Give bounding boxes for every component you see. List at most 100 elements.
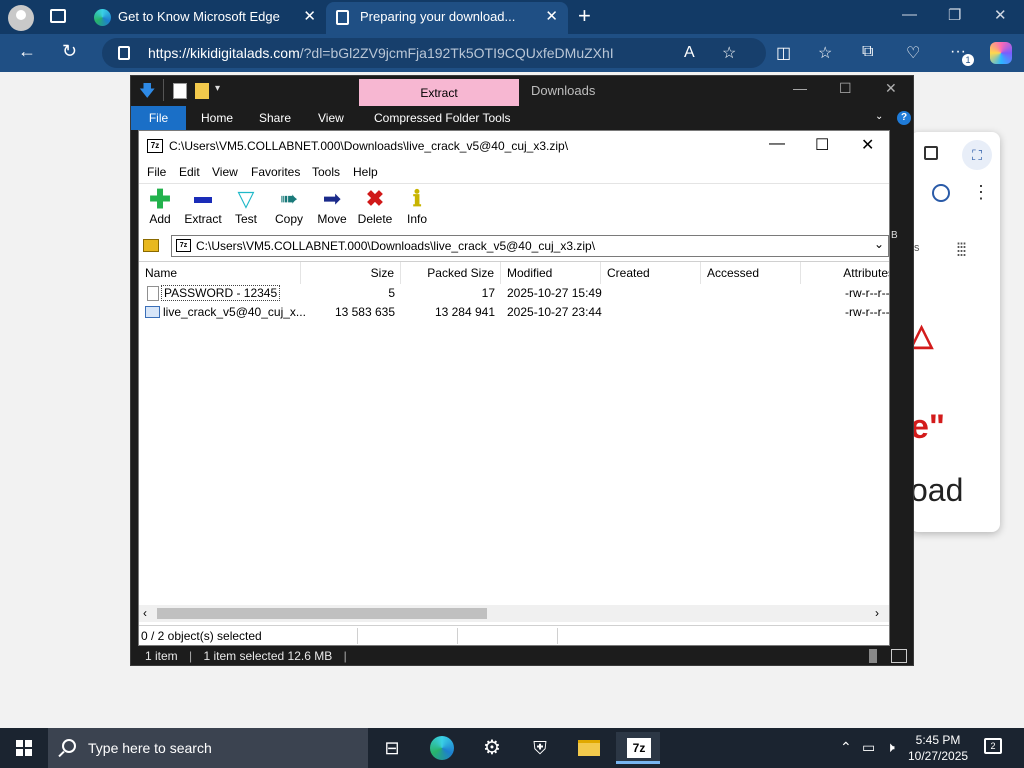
sevenzip-menu-bar: File Edit View Favorites Tools Help: [139, 161, 889, 183]
column-header-name[interactable]: Name: [139, 262, 301, 284]
table-row[interactable]: PASSWORD - 12345 5 17 2025-10-27 15:49 -…: [139, 284, 889, 303]
column-header-attributes[interactable]: Attributes: [801, 262, 889, 284]
details-view-icon[interactable]: [869, 649, 877, 663]
tab-get-to-know-edge[interactable]: Get to Know Microsoft Edge ✕: [84, 2, 326, 34]
collections-icon[interactable]: ⧉: [862, 43, 873, 61]
address-bar[interactable]: https://kikidigitalads.com/?dl=bGl2ZV9jc…: [102, 38, 766, 68]
ribbon-tab-home[interactable]: Home: [201, 111, 233, 125]
menu-favorites[interactable]: Favorites: [251, 165, 300, 179]
scroll-left-icon[interactable]: ‹: [143, 606, 147, 620]
help-icon[interactable]: ?: [897, 111, 911, 125]
column-header-accessed[interactable]: Accessed: [701, 262, 801, 284]
sevenzip-status-bar: 0 / 2 object(s) selected: [139, 625, 889, 645]
tab-actions-icon[interactable]: [50, 9, 66, 23]
close-tab-icon[interactable]: ✕: [545, 2, 558, 32]
column-header-packed-size[interactable]: Packed Size: [401, 262, 501, 284]
split-screen-icon[interactable]: ◫: [776, 43, 791, 63]
copilot-icon[interactable]: [990, 42, 1012, 64]
new-tab-icon[interactable]: +: [578, 3, 591, 29]
path-text[interactable]: C:\Users\VM5.COLLABNET.000\Downloads\liv…: [196, 239, 595, 253]
download-arrow-icon[interactable]: 🡇: [139, 80, 155, 100]
column-header-modified[interactable]: Modified: [501, 262, 601, 284]
path-combobox[interactable]: 7z C:\Users\VM5.COLLABNET.000\Downloads\…: [171, 235, 889, 257]
notification-badge: 1: [962, 54, 974, 66]
file-name[interactable]: live_crack_v5@40_cuj_x...: [163, 305, 306, 319]
column-header-created[interactable]: Created: [601, 262, 701, 284]
account-icon[interactable]: [932, 184, 950, 202]
settings-gear-icon[interactable]: ⚙: [470, 732, 514, 764]
large-icons-view-icon[interactable]: [891, 649, 907, 663]
file-explorer-taskbar-icon[interactable]: [567, 732, 611, 764]
favorite-star-icon[interactable]: ☆: [722, 43, 736, 63]
menu-tools[interactable]: Tools: [312, 165, 340, 179]
horizontal-scrollbar[interactable]: ‹ ›: [139, 605, 889, 622]
volume-muted-icon[interactable]: 🕨: [886, 739, 895, 756]
ribbon-tab-file[interactable]: File: [131, 106, 186, 130]
new-folder-icon[interactable]: [195, 83, 209, 99]
security-shield-icon[interactable]: ⛨: [518, 732, 562, 764]
file-modified: 2025-10-27 23:44: [507, 305, 602, 319]
refresh-icon[interactable]: ↻: [62, 41, 77, 62]
menu-help[interactable]: Help: [353, 165, 378, 179]
windows-start-icon[interactable]: [16, 740, 32, 756]
popup-download-fragment: oad: [910, 472, 964, 508]
ribbon-tab-view[interactable]: View: [318, 111, 344, 125]
menu-view[interactable]: View: [212, 165, 238, 179]
task-view-icon[interactable]: ⊟: [370, 732, 414, 764]
tab-preparing-download[interactable]: Preparing your download... ✕: [326, 2, 568, 34]
sevenzip-title: C:\Users\VM5.COLLABNET.000\Downloads\liv…: [169, 139, 569, 153]
notification-center-icon[interactable]: 2: [984, 738, 1002, 754]
minimize-icon[interactable]: —: [902, 6, 917, 23]
url-text[interactable]: https://kikidigitalads.com/?dl=bGl2ZV9jc…: [148, 45, 614, 61]
scrollbar-thumb[interactable]: [157, 608, 487, 619]
sevenzip-window: 7z C:\Users\VM5.COLLABNET.000\Downloads\…: [138, 130, 890, 646]
file-name[interactable]: PASSWORD - 12345: [161, 285, 281, 301]
explorer-title: Downloads: [531, 83, 596, 98]
customize-quick-access-icon[interactable]: ▾: [215, 83, 229, 99]
browser-tab-bar: Get to Know Microsoft Edge ✕ Preparing y…: [0, 0, 1024, 34]
sevenzip-taskbar-icon[interactable]: 7z: [616, 732, 660, 764]
read-aloud-icon[interactable]: A: [684, 44, 695, 62]
show-hidden-icons-icon[interactable]: ⌃: [840, 739, 852, 756]
taskbar-search-box[interactable]: Type here to search: [48, 728, 368, 768]
lock-icon[interactable]: [118, 46, 130, 60]
menu-file[interactable]: File: [147, 165, 166, 179]
explorer-maximize-icon[interactable]: ☐: [839, 80, 852, 97]
apps-grid-icon[interactable]: ⁞⁞⁞: [956, 240, 967, 261]
page-icon: [336, 10, 349, 25]
up-folder-icon[interactable]: [143, 239, 159, 252]
browser-essentials-icon[interactable]: ♡: [906, 43, 920, 63]
extract-context-tab[interactable]: Extract: [359, 79, 519, 106]
back-icon[interactable]: ←: [18, 41, 36, 62]
window-icon[interactable]: [924, 146, 938, 160]
sevenzip-maximize-icon[interactable]: ☐: [815, 135, 829, 155]
ribbon-collapse-icon[interactable]: ⌄: [875, 111, 883, 122]
network-icon[interactable]: ▭: [862, 739, 875, 756]
edge-logo-icon: [94, 9, 111, 26]
close-window-icon[interactable]: ✕: [994, 6, 1007, 24]
chevron-down-icon[interactable]: ⌄: [874, 237, 884, 251]
edge-taskbar-icon[interactable]: [420, 732, 464, 764]
close-tab-icon[interactable]: ✕: [303, 2, 316, 32]
restore-icon[interactable]: ❐: [948, 6, 961, 24]
column-header-size[interactable]: Size: [301, 262, 401, 284]
scroll-right-icon[interactable]: ›: [875, 606, 879, 620]
properties-icon[interactable]: [173, 83, 187, 99]
system-clock[interactable]: 5:45 PM 10/27/2025: [908, 732, 968, 764]
info-button[interactable]: ℹ Info: [392, 186, 442, 230]
ribbon-tab-compressed-folder-tools[interactable]: Compressed Folder Tools: [374, 111, 511, 125]
kebab-menu-icon[interactable]: ⋮: [972, 182, 990, 203]
add-label: Add: [149, 212, 171, 226]
profile-avatar-icon[interactable]: [8, 5, 34, 31]
table-row[interactable]: live_crack_v5@40_cuj_x... 13 583 635 13 …: [139, 303, 889, 322]
explorer-minimize-icon[interactable]: —: [793, 80, 807, 96]
file-packed-size: 13 284 941: [434, 305, 495, 319]
explorer-close-icon[interactable]: ✕: [885, 80, 897, 97]
sevenzip-close-icon[interactable]: ✕: [861, 135, 874, 155]
scan-icon[interactable]: ⛶: [962, 140, 992, 170]
ribbon-tab-share[interactable]: Share: [259, 111, 291, 125]
favorites-icon[interactable]: ☆: [818, 43, 832, 63]
sevenzip-minimize-icon[interactable]: —: [769, 135, 785, 153]
status-item-count: 1 item: [145, 649, 178, 663]
menu-edit[interactable]: Edit: [179, 165, 200, 179]
